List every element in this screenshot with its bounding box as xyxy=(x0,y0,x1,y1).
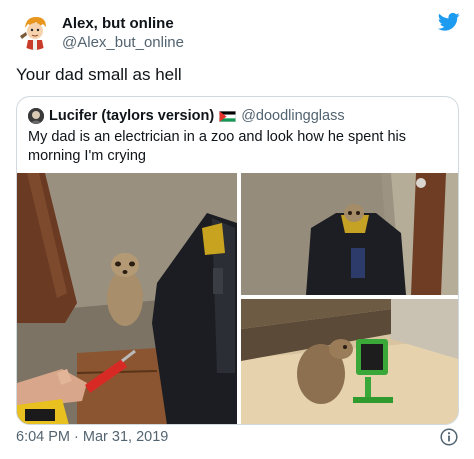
photo-meerkat-screwdriver[interactable] xyxy=(17,173,237,424)
twitter-bird-icon[interactable] xyxy=(438,12,460,32)
author-handle[interactable]: @Alex_but_online xyxy=(62,33,184,53)
tweet-text: Your dad small as hell xyxy=(16,65,182,84)
tweet-timestamp[interactable]: 6:04 PM · Mar 31, 2019 xyxy=(16,428,168,446)
quoted-author-avatar xyxy=(28,108,44,124)
quoted-tweet-text: My dad is an electrician in a zoo and lo… xyxy=(28,129,407,164)
quoted-tweet[interactable]: Lucifer (taylors version) @doodlingglass… xyxy=(16,96,459,425)
quoted-tweet-header: Lucifer (taylors version) @doodlingglass xyxy=(28,107,345,125)
tweet-card: Alex, but online @Alex_but_online Your d… xyxy=(0,0,474,459)
info-icon[interactable] xyxy=(440,428,458,446)
author-info: Alex, but online @Alex_but_online xyxy=(62,14,184,53)
quoted-author-handle: @doodlingglass xyxy=(241,108,345,124)
photo-meerkat-with-work-light[interactable] xyxy=(241,299,458,424)
author-avatar[interactable] xyxy=(16,12,54,50)
photo-grid xyxy=(17,173,458,424)
author-display-name[interactable]: Alex, but online xyxy=(62,14,184,33)
quoted-author-display-name: Lucifer (taylors version) xyxy=(49,108,215,124)
palestine-flag-icon xyxy=(219,110,236,122)
cartoon-avatar-icon xyxy=(16,12,54,50)
photo-meerkat-in-tool-bag[interactable] xyxy=(241,173,458,295)
